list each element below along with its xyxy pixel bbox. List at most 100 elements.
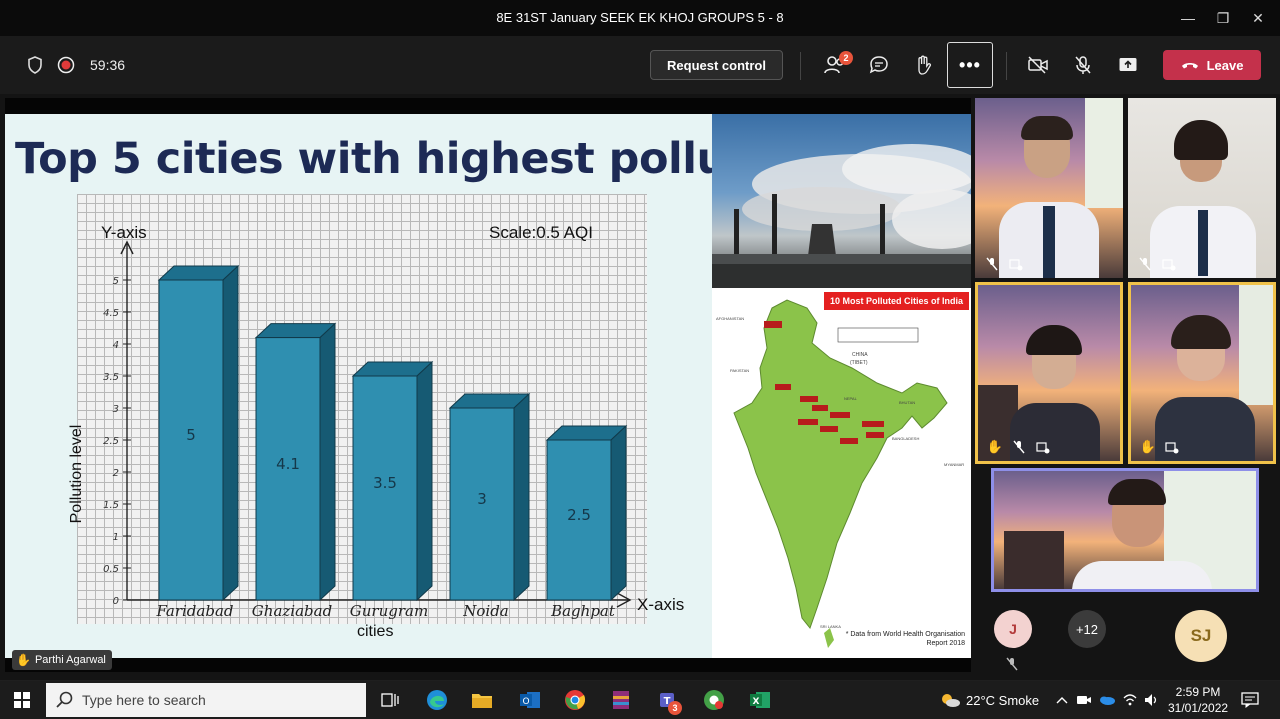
chrome-icon[interactable] xyxy=(561,686,589,714)
notifications-icon[interactable] xyxy=(1236,686,1264,714)
chrome-profile-icon[interactable] xyxy=(700,686,728,714)
request-control-button[interactable]: Request control xyxy=(650,50,783,80)
raised-hand-icon: ✋ xyxy=(16,653,31,667)
shield-icon xyxy=(20,50,50,80)
window-title-bar: 8E 31ST January SEEK EK KHOJ GROUPS 5 - … xyxy=(0,0,1280,36)
toolbar-divider xyxy=(800,52,801,80)
y-tick-label: 1 xyxy=(113,532,119,543)
file-explorer-icon[interactable] xyxy=(468,686,496,714)
more-participants-button[interactable]: +12 xyxy=(1068,610,1106,648)
bar-side xyxy=(610,424,627,602)
category-label: Gurugram xyxy=(350,602,428,620)
raise-hand-icon[interactable] xyxy=(909,50,939,80)
taskbar-search-input[interactable]: Type here to search xyxy=(46,683,366,717)
y-axis-label: Y-axis xyxy=(101,223,147,242)
chevron-up-icon[interactable] xyxy=(1052,686,1072,714)
mic-off-icon xyxy=(983,256,1001,272)
y-tick-label: 2 xyxy=(113,468,119,479)
edge-icon[interactable] xyxy=(423,686,451,714)
x-axis-label: X-axis xyxy=(637,595,684,614)
map-label: MYANMAR xyxy=(944,462,965,467)
map-label: CHINA xyxy=(852,352,868,358)
outlook-icon[interactable]: O xyxy=(516,686,544,714)
excel-icon[interactable]: X xyxy=(746,686,774,714)
leave-button[interactable]: Leave xyxy=(1163,50,1261,80)
y-tick-label: 0 xyxy=(113,596,119,607)
category-label: Baghpat xyxy=(550,602,616,620)
active-speaker-video-tile[interactable] xyxy=(991,468,1259,592)
windows-start-icon[interactable] xyxy=(8,686,36,714)
close-icon[interactable]: ✕ xyxy=(1248,8,1268,28)
participant-video-tile-hand-raised[interactable]: ✋ xyxy=(1128,282,1276,464)
task-view-icon[interactable] xyxy=(376,686,404,714)
map-label: BHUTAN xyxy=(899,400,916,405)
toolbar-divider xyxy=(1006,52,1007,80)
clock-time: 2:59 PM xyxy=(1175,685,1221,699)
weather-icon[interactable] xyxy=(936,686,964,714)
camera-off-icon[interactable] xyxy=(1023,50,1053,80)
category-label: Faridabad xyxy=(156,602,234,620)
bar-value-label: 3.5 xyxy=(373,474,397,492)
bar-side xyxy=(416,360,433,602)
weather-status[interactable]: 22°C Smoke xyxy=(966,693,1039,708)
svg-text:O: O xyxy=(522,697,529,707)
bar-side xyxy=(513,392,530,602)
y-tick-label: 2.5 xyxy=(103,436,119,447)
participant-video-tile[interactable] xyxy=(1128,98,1276,278)
pin-icon xyxy=(1007,256,1025,272)
bar-value-label: 4.1 xyxy=(276,455,300,473)
y-tick-label: 4.5 xyxy=(103,308,119,319)
y-tick-label: 3 xyxy=(113,404,119,415)
presentation-slide: Top 5 cities with highest pollution leve… xyxy=(5,114,971,658)
map-title: 10 Most Polluted Cities of India xyxy=(823,292,969,310)
search-placeholder: Type here to search xyxy=(82,692,206,708)
map-note-line: * Data from World Health Organisation xyxy=(845,631,965,638)
participant-video-tile[interactable] xyxy=(975,98,1123,278)
meeting-timer: 59:36 xyxy=(90,57,126,73)
y-tick-label: 5 xyxy=(113,276,119,287)
map-source-note: * Data from World Health Organisation Re… xyxy=(846,630,965,648)
pin-icon xyxy=(1163,439,1181,455)
bar-chart: 0 0.5 1 1.5 2 2.5 3 3.5 4 4.5 5 Y-axis X-axis Scale:0… xyxy=(68,223,684,640)
volume-icon[interactable] xyxy=(1142,686,1162,714)
bar-side xyxy=(319,322,336,602)
y-title: Pollution level xyxy=(68,425,85,524)
maximize-icon[interactable]: ❐ xyxy=(1213,8,1233,28)
svg-text:X: X xyxy=(753,697,760,707)
category-label: Noida xyxy=(462,602,509,620)
self-avatar[interactable]: SJ xyxy=(1175,610,1227,662)
raised-hand-icon: ✋ xyxy=(1139,439,1157,454)
participants-badge: 2 xyxy=(839,51,853,65)
y-tick-label: 0.5 xyxy=(103,564,119,575)
india-pollution-map: AFGHANISTAN PAKISTAN CHINA (TIBET) NEPAL… xyxy=(712,288,971,658)
search-icon xyxy=(56,691,74,712)
mic-off-icon[interactable] xyxy=(1068,50,1098,80)
winrar-icon[interactable] xyxy=(607,686,635,714)
onedrive-icon[interactable] xyxy=(1096,686,1118,714)
factory-smoke-image xyxy=(712,114,971,288)
presenter-name: Parthi Agarwal xyxy=(34,654,106,666)
camera-tray-icon[interactable] xyxy=(1074,686,1094,714)
pin-icon xyxy=(1034,439,1052,455)
more-actions-button[interactable]: ••• xyxy=(947,42,993,88)
participant-avatar[interactable]: J xyxy=(994,610,1032,648)
meeting-toolbar: 59:36 Request control 2 ••• Leave xyxy=(0,36,1280,94)
scale-annotation: Scale:0.5 AQI xyxy=(489,223,593,242)
minimize-icon[interactable]: — xyxy=(1178,8,1198,28)
category-label: Ghaziabad xyxy=(252,602,332,620)
window-title: 8E 31ST January SEEK EK KHOJ GROUPS 5 - … xyxy=(496,10,784,25)
presenter-name-tag: ✋ Parthi Agarwal xyxy=(12,650,112,670)
map-label: (TIBET) xyxy=(850,360,868,366)
share-screen-icon[interactable] xyxy=(1113,50,1143,80)
system-clock[interactable]: 2:59 PM 31/01/2022 xyxy=(1168,684,1228,716)
leave-label: Leave xyxy=(1206,57,1244,73)
chat-icon[interactable] xyxy=(864,50,894,80)
participant-video-tile-hand-raised[interactable]: ✋ xyxy=(975,282,1123,464)
wifi-icon[interactable] xyxy=(1120,686,1140,714)
map-label: PAKISTAN xyxy=(730,368,750,373)
bar-value-label: 2.5 xyxy=(567,506,591,524)
meeting-stage: Top 5 cities with highest pollution leve… xyxy=(0,94,1280,680)
map-label: BANGLADESH xyxy=(892,436,920,441)
x-title: cities xyxy=(357,623,393,640)
mic-off-icon xyxy=(1136,256,1154,272)
